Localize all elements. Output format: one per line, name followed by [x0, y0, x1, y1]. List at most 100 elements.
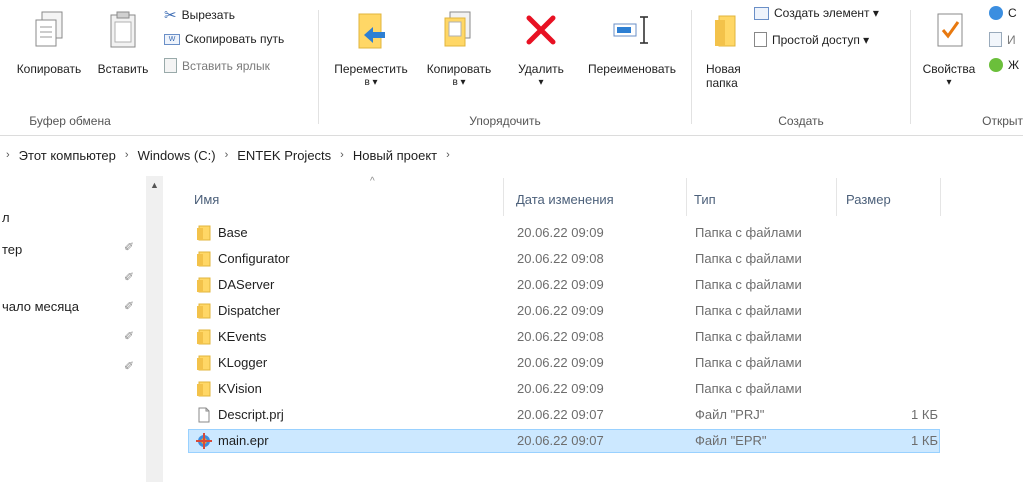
copy-icon: [32, 6, 66, 54]
file-date: 20.06.22 09:09: [517, 303, 604, 318]
properties-caret-icon: ▾: [946, 77, 952, 88]
document-icon: [198, 407, 210, 423]
file-name: KVision: [218, 381, 262, 396]
move-to-button[interactable]: Переместить в ▾: [325, 6, 417, 90]
pin-icon[interactable]: ✐: [124, 329, 134, 343]
new-folder-button[interactable]: Новая папка: [698, 6, 752, 90]
file-row[interactable]: Descript.prj 20.06.22 09:07 Файл "PRJ" 1…: [188, 403, 940, 427]
properties-label: Свойства: [922, 62, 976, 76]
column-divider[interactable]: [686, 178, 687, 216]
move-to-icon: [351, 6, 391, 54]
new-group: Новая папка Создать элемент ▾ Простой до…: [692, 0, 910, 136]
file-row[interactable]: Dispatcher 20.06.22 09:09 Папка с файлам…: [188, 299, 940, 323]
file-date: 20.06.22 09:08: [517, 329, 604, 344]
copy-button[interactable]: Копировать: [8, 6, 90, 76]
new-item-button[interactable]: Создать элемент ▾: [754, 6, 879, 20]
breadcrumb-entek-projects[interactable]: ENTEK Projects: [237, 148, 331, 163]
breadcrumb-chevron-icon[interactable]: ›: [446, 149, 450, 161]
breadcrumb-drive-c[interactable]: Windows (C:): [138, 148, 216, 163]
nav-item-month-start[interactable]: чало месяца: [2, 299, 79, 314]
edit-label: И: [1007, 32, 1016, 47]
folder-icon: [197, 329, 211, 345]
file-row[interactable]: Configurator 20.06.22 09:08 Папка с файл…: [188, 247, 940, 271]
new-folder-icon: [698, 6, 752, 54]
copy-path-button[interactable]: W Скопировать путь: [164, 32, 284, 46]
breadcrumb-chevron-icon: ›: [6, 149, 10, 161]
file-type: Файл "PRJ": [695, 407, 765, 422]
ribbon: Копировать Вставить ✂ Вырезать W Скопиро…: [0, 0, 1023, 136]
file-size: 1 КБ: [911, 407, 938, 422]
paste-shortcut-button[interactable]: Вставить ярлык: [164, 58, 270, 73]
rename-button[interactable]: Переименовать: [577, 6, 687, 76]
file-name: Base: [218, 225, 248, 240]
file-name: Configurator: [218, 251, 290, 266]
file-row[interactable]: DAServer 20.06.22 09:09 Папка с файлами: [188, 273, 940, 297]
new-folder-label-2: папка: [706, 76, 738, 90]
file-type: Папка с файлами: [695, 225, 802, 240]
file-row-selected[interactable]: main.epr 20.06.22 09:07 Файл "EPR" 1 КБ: [188, 429, 940, 453]
organize-group-label: Упорядочить: [469, 114, 541, 128]
file-date: 20.06.22 09:09: [517, 225, 604, 240]
address-bar[interactable]: › Этот компьютер › Windows (C:) › ENTEK …: [0, 144, 1023, 166]
scroll-up-icon[interactable]: ▲: [150, 180, 159, 190]
copy-to-button[interactable]: Копировать в ▾: [417, 6, 501, 90]
column-header-row: ^ Имя Дата изменения Тип Размер: [166, 176, 1023, 220]
pin-icon[interactable]: ✐: [124, 270, 134, 284]
copy-to-label: Копировать: [426, 62, 492, 76]
folder-icon: [197, 303, 211, 319]
open-app-icon: [989, 6, 1003, 20]
folder-icon: [197, 381, 211, 397]
file-row[interactable]: KLogger 20.06.22 09:09 Папка с файлами: [188, 351, 940, 375]
paste-icon: [108, 6, 138, 54]
pin-icon[interactable]: ✐: [124, 359, 134, 373]
nav-item-quick-access[interactable]: л: [2, 210, 10, 225]
file-date: 20.06.22 09:07: [517, 433, 604, 448]
easy-access-button[interactable]: Простой доступ ▾: [754, 32, 869, 47]
file-type: Папка с файлами: [695, 303, 802, 318]
breadcrumb-new-project[interactable]: Новый проект: [353, 148, 437, 163]
breadcrumb-chevron-icon[interactable]: ›: [225, 149, 229, 161]
cut-button[interactable]: ✂ Вырезать: [164, 6, 235, 24]
delete-button[interactable]: Удалить ▾: [509, 6, 573, 90]
new-group-label: Создать: [778, 114, 824, 128]
file-type: Папка с файлами: [695, 277, 802, 292]
breadcrumb-this-pc[interactable]: Этот компьютер: [19, 148, 116, 163]
new-item-label: Создать элемент ▾: [774, 6, 879, 20]
nav-scrollbar[interactable]: ▲: [146, 176, 163, 482]
new-folder-label: Новая: [706, 62, 741, 76]
open-group: Свойства ▾ С И Ж Открыт: [911, 0, 1023, 136]
folder-icon: [197, 355, 211, 371]
paste-button[interactable]: Вставить: [90, 6, 156, 76]
easy-access-icon: [754, 32, 767, 47]
column-divider[interactable]: [940, 178, 941, 216]
folder-icon: [197, 225, 211, 241]
column-header-name[interactable]: Имя: [194, 192, 219, 207]
column-header-size[interactable]: Размер: [846, 192, 891, 207]
column-header-date[interactable]: Дата изменения: [516, 192, 614, 207]
rename-icon: [610, 6, 654, 54]
edit-button[interactable]: И: [989, 32, 1016, 47]
file-row[interactable]: KEvents 20.06.22 09:08 Папка с файлами: [188, 325, 940, 349]
file-type: Папка с файлами: [695, 329, 802, 344]
file-row[interactable]: Base 20.06.22 09:09 Папка с файлами: [188, 221, 940, 245]
file-row[interactable]: KVision 20.06.22 09:09 Папка с файлами: [188, 377, 940, 401]
column-header-type[interactable]: Тип: [694, 192, 716, 207]
file-type: Папка с файлами: [695, 251, 802, 266]
nav-item-computer[interactable]: тер: [2, 242, 22, 257]
breadcrumb-chevron-icon[interactable]: ›: [340, 149, 344, 161]
file-name: KLogger: [218, 355, 268, 370]
pin-icon[interactable]: ✐: [124, 299, 134, 313]
history-button[interactable]: Ж: [989, 58, 1019, 72]
file-size: 1 КБ: [911, 433, 938, 448]
properties-button[interactable]: Свойства ▾: [917, 6, 981, 90]
file-name: Dispatcher: [218, 303, 281, 318]
column-divider[interactable]: [836, 178, 837, 216]
properties-icon: [932, 6, 966, 54]
paste-shortcut-label: Вставить ярлык: [182, 58, 270, 73]
open-button[interactable]: С: [989, 6, 1017, 20]
column-divider[interactable]: [503, 178, 504, 216]
file-date: 20.06.22 09:09: [517, 355, 604, 370]
breadcrumb-chevron-icon[interactable]: ›: [125, 149, 129, 161]
edit-icon: [989, 32, 1002, 47]
pin-icon[interactable]: ✐: [124, 240, 134, 254]
